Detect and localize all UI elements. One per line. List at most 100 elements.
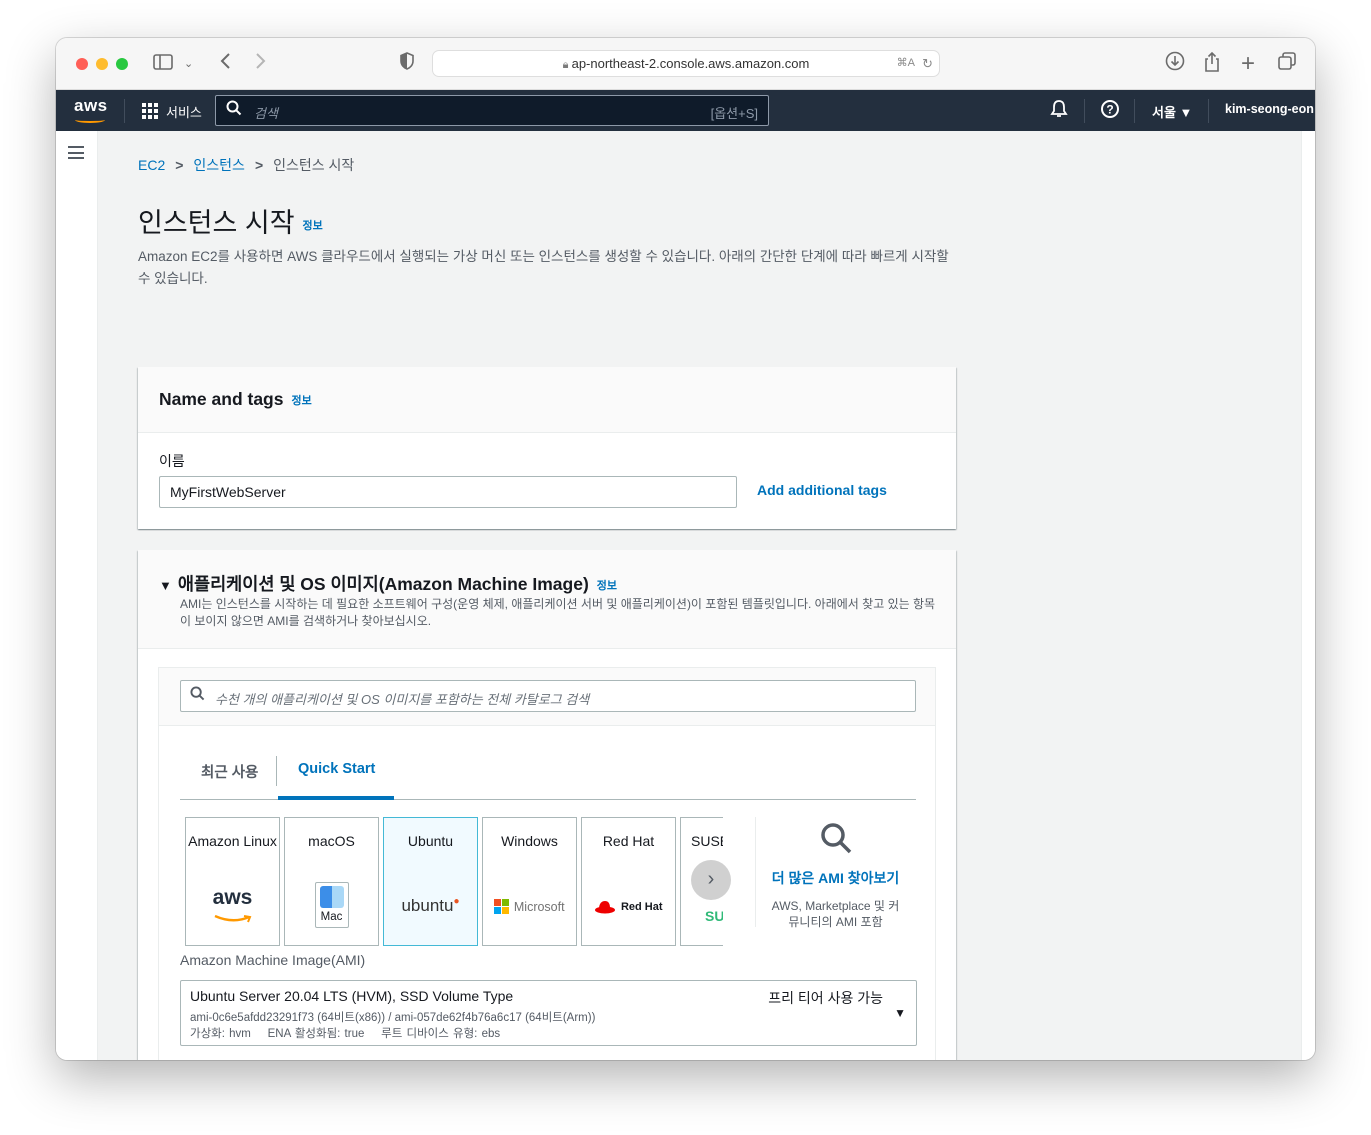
os-card-label: Amazon Linux bbox=[188, 833, 277, 849]
finder-mac-icon: Mac bbox=[285, 882, 378, 928]
tab-overview-icon[interactable] bbox=[1276, 51, 1298, 77]
os-card-label: Red Hat bbox=[602, 833, 655, 849]
breadcrumb: EC2 > 인스턴스 > 인스턴스 시작 bbox=[138, 155, 354, 175]
chevron-right-icon: > bbox=[175, 157, 184, 173]
name-field-label: 이름 bbox=[159, 453, 185, 469]
account-menu[interactable]: kim-seong-eon bbox=[1225, 102, 1314, 116]
os-card-label: macOS bbox=[308, 833, 355, 849]
suse-logo: SU bbox=[705, 908, 723, 924]
ami-title-row[interactable]: ▼ 애플리케이션 및 OS 이미지(Amazon Machine Image) 정보 bbox=[159, 571, 617, 596]
aws-smile-icon bbox=[75, 117, 105, 123]
search-icon bbox=[190, 686, 205, 706]
search-placeholder: 검색 bbox=[254, 106, 278, 121]
sidebar-toggle-icon[interactable] bbox=[152, 51, 174, 77]
nav-divider bbox=[1084, 99, 1085, 123]
browse-more-amis[interactable]: 더 많은 AMI 찾아보기 AWS, Marketplace 및 커뮤니티의 A… bbox=[755, 817, 915, 929]
breadcrumb-current: 인스턴스 시작 bbox=[273, 157, 355, 173]
ami-select-label: Amazon Machine Image(AMI) bbox=[180, 952, 366, 968]
lock-icon: 🔒︎ bbox=[562, 59, 572, 71]
search-icon bbox=[226, 100, 242, 121]
tab-quick-start[interactable]: Quick Start bbox=[298, 761, 375, 777]
services-menu-label[interactable]: 서비스 bbox=[166, 102, 202, 121]
name-tags-info-link[interactable]: 정보 bbox=[291, 395, 311, 407]
left-nav-rail bbox=[56, 131, 98, 1060]
ami-ids: ami-0c6e5afdd23291f73 (64비트(x86)) / ami-… bbox=[190, 1012, 596, 1024]
chevron-right-icon[interactable]: › bbox=[691, 860, 731, 900]
ami-search-input[interactable]: 수천 개의 애플리케이션 및 OS 이미지를 포함하는 전체 카탈로그 검색 bbox=[180, 680, 916, 712]
address-bar[interactable]: 🔒︎ ap-northeast-2.console.aws.amazon.com… bbox=[432, 50, 940, 77]
forward-arrow-icon[interactable] bbox=[252, 51, 270, 77]
services-grid-icon[interactable] bbox=[142, 103, 158, 119]
name-input[interactable]: MyFirstWebServer bbox=[159, 476, 737, 508]
os-card-macos[interactable]: macOS Mac bbox=[284, 817, 379, 946]
menu-hamburger-icon[interactable] bbox=[68, 146, 84, 159]
aws-top-nav: aws 서비스 검색 [옵션+S] ? 서울 ▼ kim-seong-eon bbox=[56, 90, 1315, 131]
breadcrumb-instances[interactable]: 인스턴스 bbox=[193, 157, 245, 173]
close-window-button[interactable] bbox=[76, 58, 88, 70]
ami-search-placeholder: 수천 개의 애플리케이션 및 OS 이미지를 포함하는 전체 카탈로그 검색 bbox=[215, 692, 590, 707]
amazon-linux-logo: aws bbox=[186, 886, 279, 930]
ami-tabs: 최근 사용 Quick Start bbox=[180, 753, 916, 800]
zoom-window-button[interactable] bbox=[116, 58, 128, 70]
ami-info-link[interactable]: 정보 bbox=[597, 580, 617, 592]
name-tags-header: Name and tags 정보 bbox=[138, 367, 956, 433]
ami-attributes: 가상화: hvm ENA 활성화됨: true 루트 디바이스 유형: ebs bbox=[190, 1028, 501, 1040]
tab-recent[interactable]: 최근 사용 bbox=[201, 761, 258, 782]
chevron-down-icon[interactable]: ⌄ bbox=[184, 51, 193, 77]
main-content: EC2 > 인스턴스 > 인스턴스 시작 인스턴스 시작 정보 Amazon EC2를 사… bbox=[56, 131, 1315, 1060]
ami-name: Ubuntu Server 20.04 LTS (HVM), SSD Volum… bbox=[190, 988, 514, 1004]
active-tab-indicator bbox=[278, 796, 394, 800]
reload-icon[interactable]: ↻ bbox=[922, 51, 933, 76]
shield-icon[interactable] bbox=[398, 51, 416, 77]
os-card-label: Windows bbox=[501, 833, 558, 849]
os-card-ubuntu[interactable]: Ubuntu ubuntu● bbox=[383, 817, 478, 946]
minimize-window-button[interactable] bbox=[96, 58, 108, 70]
ami-description: AMI는 인스턴스를 시작하는 데 필요한 소프트웨어 구성(운영 체제, 애플… bbox=[180, 597, 936, 628]
browse-more-amis-link[interactable]: 더 많은 AMI 찾아보기 bbox=[756, 868, 915, 888]
download-icon[interactable] bbox=[1164, 51, 1186, 77]
name-tags-title: Name and tags bbox=[159, 389, 284, 409]
os-card-label: SUSE bbox=[691, 833, 723, 849]
share-icon[interactable] bbox=[1202, 51, 1222, 77]
ubuntu-logo: ubuntu● bbox=[401, 896, 460, 915]
free-tier-badge: 프리 티어 사용 가능 bbox=[768, 990, 883, 1006]
os-card-red-hat[interactable]: Red Hat Red Hat bbox=[581, 817, 676, 946]
os-card-label: Ubuntu bbox=[407, 833, 454, 849]
caret-down-icon[interactable]: ▼ bbox=[159, 578, 172, 593]
add-tags-link[interactable]: Add additional tags bbox=[757, 482, 887, 498]
region-selector[interactable]: 서울 ▼ bbox=[1152, 102, 1192, 121]
os-card-amazon-linux[interactable]: Amazon Linux aws bbox=[185, 817, 280, 946]
chevron-right-icon: > bbox=[254, 157, 264, 173]
console-search-input[interactable]: 검색 [옵션+S] bbox=[215, 95, 769, 126]
aws-logo[interactable]: aws bbox=[74, 96, 108, 116]
nav-divider bbox=[1134, 99, 1135, 123]
back-arrow-icon[interactable] bbox=[216, 51, 234, 77]
search-icon bbox=[756, 821, 915, 862]
page-info-link[interactable]: 정보 bbox=[303, 220, 323, 232]
name-tags-panel: Name and tags 정보 이름 MyFirstWebServer Add … bbox=[138, 367, 956, 529]
new-tab-plus-icon[interactable]: + bbox=[1238, 51, 1258, 77]
tab-divider bbox=[276, 756, 277, 786]
ami-catalog-container: 수천 개의 애플리케이션 및 OS 이미지를 포함하는 전체 카탈로그 검색 최… bbox=[158, 667, 936, 1060]
browse-more-amis-sub: AWS, Marketplace 및 커뮤니티의 AMI 포함 bbox=[771, 899, 900, 929]
caret-down-icon[interactable]: ▼ bbox=[894, 1006, 906, 1020]
page-title: 인스턴스 시작 bbox=[138, 208, 295, 238]
browser-toolbar: ⌄ 🔒︎ ap-northeast-2.console.aws.amazon.c… bbox=[56, 38, 1315, 90]
ami-title: 애플리케이션 및 OS 이미지(Amazon Machine Image) bbox=[177, 574, 589, 594]
nav-divider bbox=[124, 99, 125, 123]
ami-header: ▼ 애플리케이션 및 OS 이미지(Amazon Machine Image) 정보… bbox=[138, 550, 956, 649]
bell-icon[interactable] bbox=[1050, 99, 1068, 124]
breadcrumb-ec2[interactable]: EC2 bbox=[138, 157, 165, 173]
search-shortcut-hint: [옵션+S] bbox=[710, 106, 758, 121]
translate-icon[interactable]: ⌘A bbox=[897, 51, 915, 76]
right-tools-rail bbox=[1301, 131, 1315, 1060]
browser-window: ⌄ 🔒︎ ap-northeast-2.console.aws.amazon.c… bbox=[56, 38, 1315, 1060]
url-text: ap-northeast-2.console.aws.amazon.com bbox=[571, 56, 810, 71]
os-card-windows[interactable]: Windows Microsoft bbox=[482, 817, 577, 946]
help-icon[interactable]: ? bbox=[1100, 99, 1120, 124]
svg-text:?: ? bbox=[1106, 103, 1113, 117]
microsoft-logo: Microsoft bbox=[483, 898, 576, 942]
ami-panel: ▼ 애플리케이션 및 OS 이미지(Amazon Machine Image) 정보… bbox=[138, 550, 956, 1060]
ami-select[interactable]: Ubuntu Server 20.04 LTS (HVM), SSD Volum… bbox=[180, 980, 917, 1046]
name-tags-title-row: Name and tags 정보 bbox=[159, 389, 312, 410]
